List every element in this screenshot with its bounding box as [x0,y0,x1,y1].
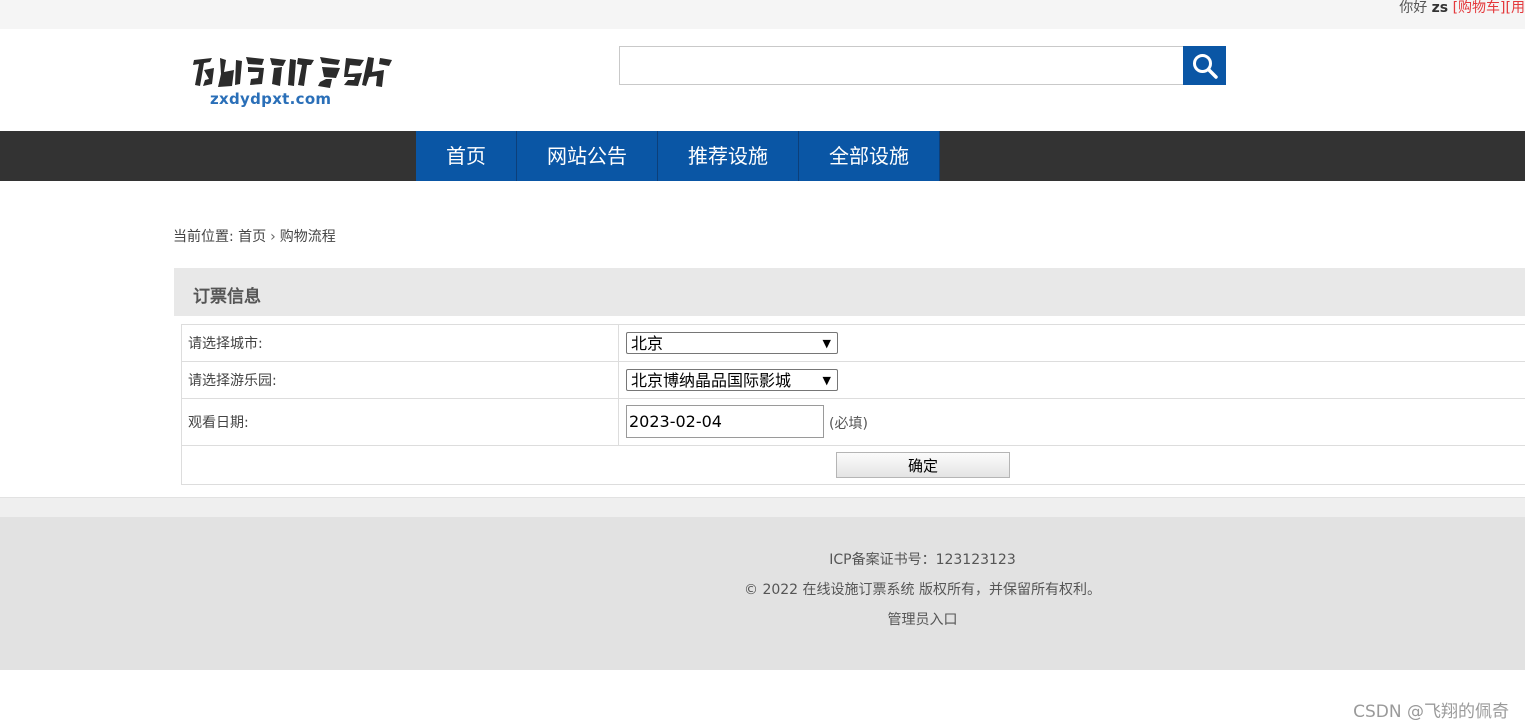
confirm-button[interactable]: 确定 [836,452,1010,478]
search-icon [1192,53,1218,79]
order-form-table: 请选择城市: 北京 ▼ 请选择游乐园: 北京博纳晶品国际影城 ▼ 观看日期: (… [181,324,1525,485]
nav-item-recommended[interactable]: 推荐设施 [658,131,799,181]
breadcrumb-current: 购物流程 [279,229,336,245]
dropdown-arrow-icon: ▼ [822,374,831,387]
footer-divider [0,497,1525,517]
nav-item-announcements[interactable]: 网站公告 [517,131,658,181]
form-row-date: 观看日期: (必填) [182,399,1525,446]
search-input[interactable] [619,46,1184,85]
order-section-title: 订票信息 [193,287,261,307]
greeting-text: 你好 [1399,0,1432,16]
cart-link[interactable]: [购物车] [1453,0,1506,16]
date-input[interactable] [626,405,824,438]
park-label: 请选择游乐园: [182,362,619,398]
site-logo[interactable]: zxdydpxt.com [190,52,395,108]
city-select[interactable]: 北京 ▼ [626,332,838,354]
chevron-right-icon: › [270,229,276,245]
nav-items: 首页 网站公告 推荐设施 全部设施 [416,131,940,181]
date-label: 观看日期: [182,399,619,445]
footer-admin: 管理员入口 [0,609,1525,629]
dropdown-arrow-icon: ▼ [822,337,831,350]
footer: ICP备案证书号：123123123 © 2022 在线设施订票系统 版权所有，… [0,517,1525,670]
logo-domain-text: zxdydpxt.com [210,90,332,108]
park-select[interactable]: 北京博纳晶品国际影城 ▼ [626,369,838,391]
csdn-watermark: CSDN @飞翔的佩奇 [1353,702,1509,722]
search-button[interactable] [1183,46,1226,85]
nav-item-all-facilities[interactable]: 全部设施 [799,131,940,181]
city-select-value: 北京 [631,334,664,353]
top-bar: 你好 zs [购物车][用 [0,0,1525,29]
form-row-park: 请选择游乐园: 北京博纳晶品国际影城 ▼ [182,362,1525,399]
breadcrumb: 当前位置: 首页 › 购物流程 [173,226,336,246]
user-greeting: 你好 zs [购物车][用 [1399,0,1525,16]
footer-icp: ICP备案证书号：123123123 [829,552,1016,568]
admin-entry-link[interactable]: 管理员入口 [888,612,958,628]
park-select-value: 北京博纳晶品国际影城 [631,371,792,390]
breadcrumb-home-link[interactable]: 首页 [238,229,266,245]
city-label: 请选择城市: [182,325,619,361]
user-center-link[interactable]: [用 [1506,0,1525,16]
footer-copyright: © 2022 在线设施订票系统 版权所有，并保留所有权利。 [744,582,1101,598]
breadcrumb-prefix: 当前位置: [173,229,239,245]
username: zs [1431,0,1449,16]
nav-item-home[interactable]: 首页 [416,131,517,181]
calligraphy-logo-graphic [193,57,392,88]
form-row-submit: 确定 [182,446,1525,484]
form-row-city: 请选择城市: 北京 ▼ [182,325,1525,362]
main-nav: 首页 网站公告 推荐设施 全部设施 [0,131,1525,181]
order-section-header: 订票信息 [174,268,1525,316]
required-note: (必填) [829,416,868,432]
